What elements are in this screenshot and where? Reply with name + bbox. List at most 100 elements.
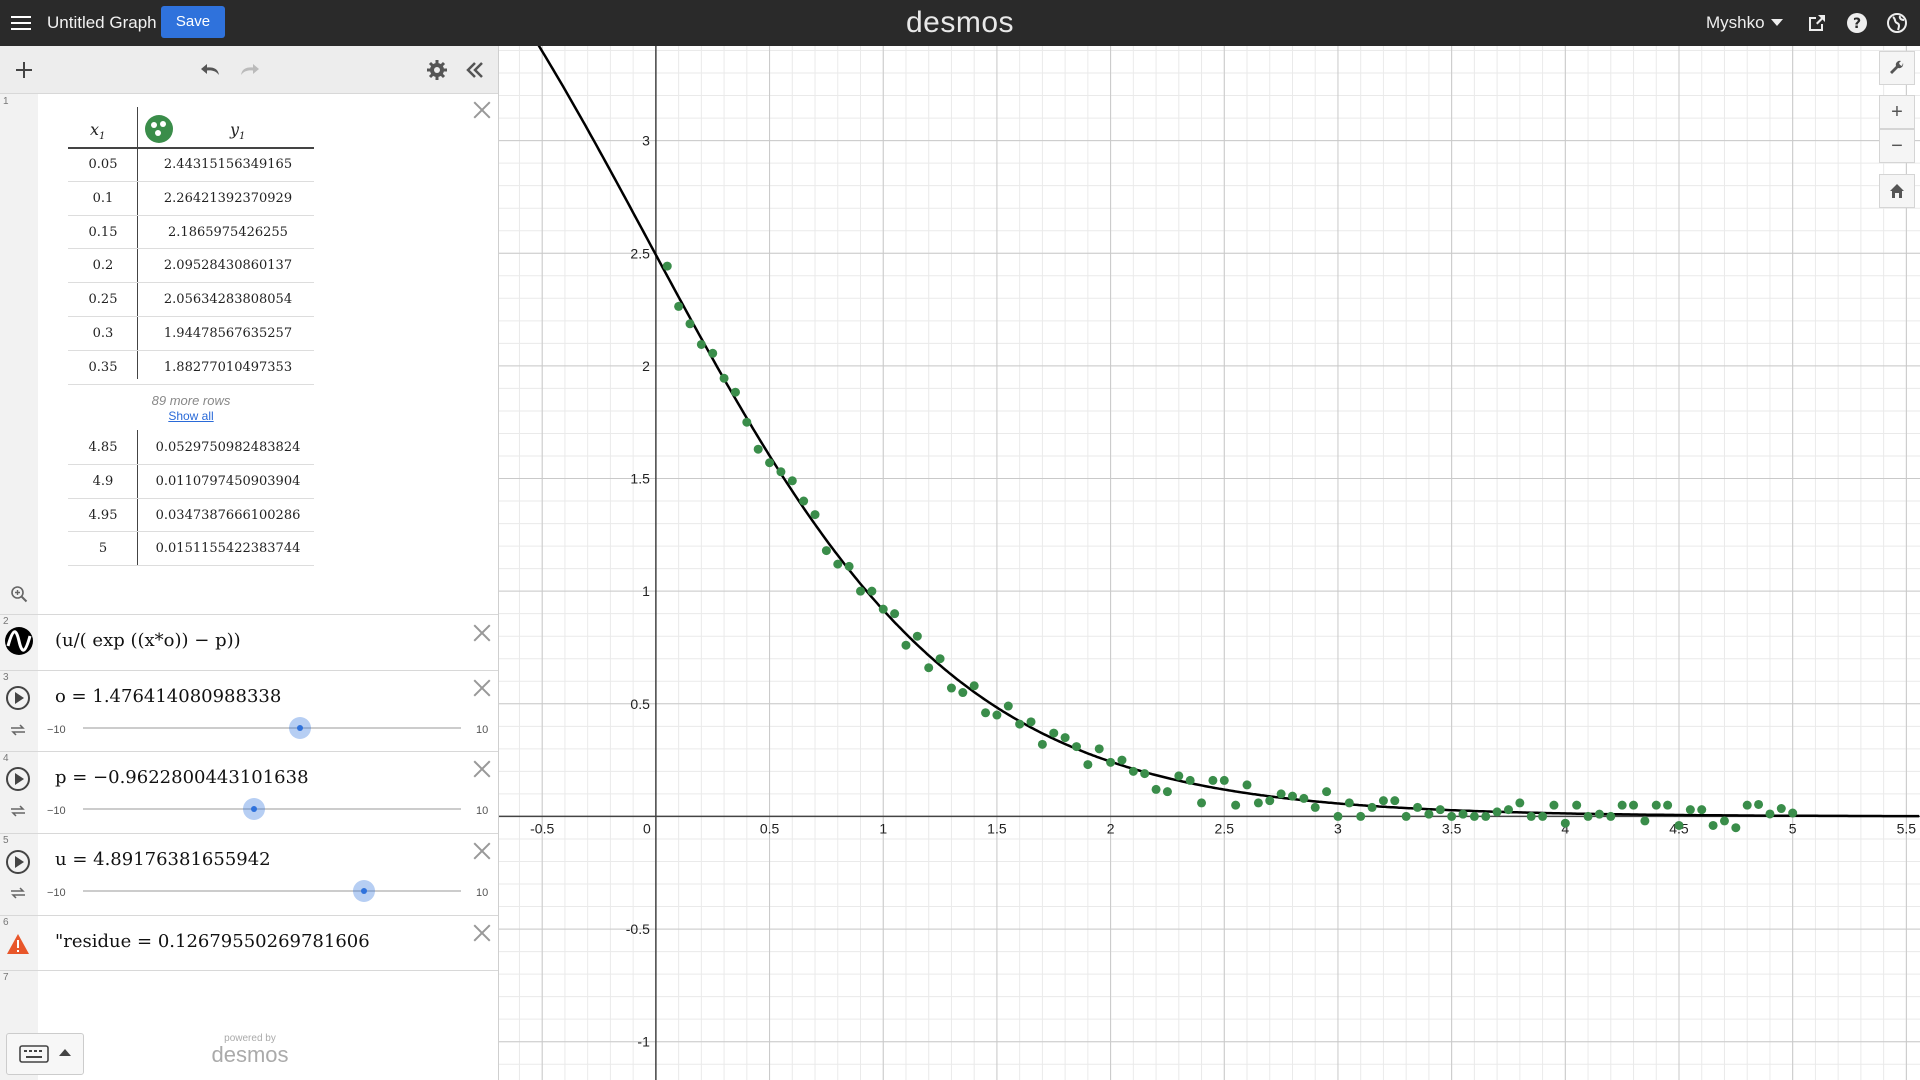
loop-icon[interactable] — [10, 887, 26, 899]
slider-o-label[interactable]: o = 1.476414080988338 — [55, 686, 281, 707]
data-point[interactable] — [1162, 787, 1172, 797]
delete-expression-button[interactable] — [472, 623, 492, 643]
zoom-fit-icon[interactable] — [10, 585, 28, 603]
data-point[interactable] — [696, 339, 706, 349]
table-cell-y[interactable]: 2.05634283808054 — [140, 292, 316, 307]
table-cell-x[interactable]: 0.2 — [68, 258, 138, 273]
data-point[interactable] — [742, 417, 752, 427]
data-point[interactable] — [765, 458, 775, 468]
double-chevron-left-icon[interactable] — [463, 58, 487, 82]
data-point[interactable] — [719, 373, 729, 383]
slider-track[interactable] — [83, 727, 461, 729]
data-point[interactable] — [1754, 799, 1764, 809]
data-point[interactable] — [1708, 820, 1718, 830]
table-cell-x[interactable]: 4.85 — [68, 440, 138, 455]
slider-max-label[interactable]: 10 — [476, 805, 488, 817]
data-point[interactable] — [1538, 811, 1548, 821]
delete-expression-button[interactable] — [472, 678, 492, 698]
save-button[interactable]: Save — [161, 6, 225, 38]
data-point[interactable] — [1219, 775, 1229, 785]
table-cell-x[interactable]: 0.1 — [68, 191, 138, 206]
table-cell-x[interactable]: 0.05 — [68, 157, 138, 172]
data-point[interactable] — [1674, 820, 1684, 830]
data-point[interactable] — [1060, 733, 1070, 743]
slider-p-label[interactable]: p = −0.9622800443101638 — [55, 767, 309, 788]
data-point[interactable] — [924, 663, 934, 673]
data-point[interactable] — [1140, 769, 1150, 779]
residue-expression[interactable]: "residue = 0.12679550269781606 — [55, 931, 370, 952]
delete-expression-button[interactable] — [472, 923, 492, 943]
table-cell-y[interactable]: 2.26421392370929 — [140, 191, 316, 206]
delete-expression-button[interactable] — [472, 759, 492, 779]
data-point[interactable] — [1549, 800, 1559, 810]
data-point[interactable] — [1299, 793, 1309, 803]
data-point[interactable] — [958, 688, 968, 698]
data-point[interactable] — [1651, 800, 1661, 810]
hamburger-icon[interactable] — [11, 13, 31, 33]
table-cell-x[interactable]: 0.25 — [68, 292, 138, 307]
table-cell-x[interactable]: 0.35 — [68, 360, 138, 375]
data-point[interactable] — [833, 559, 843, 569]
data-point[interactable] — [1481, 811, 1491, 821]
play-slider-button[interactable] — [6, 767, 30, 791]
table-cell-y[interactable]: 0.0529750982483824 — [140, 440, 316, 455]
graph-canvas[interactable]: -0.500.511.522.533.544.555.5-1-0.50.511.… — [499, 46, 1920, 1080]
data-point[interactable] — [1174, 771, 1184, 781]
slider-max-label[interactable]: 10 — [476, 887, 488, 899]
warning-icon[interactable] — [6, 933, 30, 955]
slider-min-label[interactable]: −10 — [47, 724, 66, 736]
new-expression-input[interactable] — [38, 971, 498, 1021]
powered-by-desmos[interactable]: powered by desmos — [200, 1033, 300, 1066]
data-point[interactable] — [1572, 800, 1582, 810]
data-point[interactable] — [821, 546, 831, 556]
table-cell-y[interactable]: 0.0151155422383744 — [140, 541, 316, 556]
data-point[interactable] — [1208, 775, 1218, 785]
data-point[interactable] — [1606, 811, 1616, 821]
data-point[interactable] — [1367, 802, 1377, 812]
slider-max-label[interactable]: 10 — [476, 724, 488, 736]
keyboard-toggle-button[interactable] — [6, 1033, 84, 1075]
data-point[interactable] — [1106, 757, 1116, 767]
data-point[interactable] — [1663, 800, 1673, 810]
data-point[interactable] — [1390, 796, 1400, 806]
data-point[interactable] — [1356, 811, 1366, 821]
slider-min-label[interactable]: −10 — [47, 805, 66, 817]
data-point[interactable] — [1333, 811, 1343, 821]
data-point[interactable] — [708, 348, 718, 358]
slider-handle[interactable] — [288, 717, 311, 739]
data-point[interactable] — [935, 654, 945, 664]
show-all-link[interactable]: Show all — [68, 409, 314, 423]
data-point[interactable] — [1424, 809, 1434, 819]
delete-expression-button[interactable] — [472, 100, 492, 120]
user-menu[interactable]: Myshko — [1706, 13, 1783, 33]
data-point[interactable] — [1378, 796, 1388, 806]
data-point[interactable] — [912, 631, 922, 641]
curve-style-icon[interactable] — [4, 626, 34, 656]
globe-icon[interactable] — [1885, 11, 1909, 35]
data-point[interactable] — [1003, 701, 1013, 711]
data-point[interactable] — [1560, 818, 1570, 828]
data-point[interactable] — [1458, 809, 1468, 819]
data-point[interactable] — [901, 640, 911, 650]
data-point[interactable] — [1128, 766, 1138, 776]
table-cell-x[interactable]: 0.15 — [68, 225, 138, 240]
data-point[interactable] — [1515, 798, 1525, 808]
slider-track[interactable] — [83, 890, 461, 892]
delete-expression-button[interactable] — [472, 841, 492, 861]
data-point[interactable] — [856, 586, 866, 596]
data-point[interactable] — [1788, 808, 1798, 818]
loop-icon[interactable] — [10, 805, 26, 817]
data-point[interactable] — [1447, 811, 1457, 821]
data-point[interactable] — [1242, 780, 1252, 790]
data-point[interactable] — [1583, 811, 1593, 821]
data-point[interactable] — [969, 681, 979, 691]
data-point[interactable] — [1049, 728, 1059, 738]
table-cell-x[interactable]: 0.3 — [68, 326, 138, 341]
zoom-out-button[interactable]: − — [1879, 129, 1915, 163]
slider-track[interactable] — [83, 808, 461, 810]
data-point[interactable] — [1435, 805, 1445, 815]
data-point[interactable] — [878, 604, 888, 614]
data-point[interactable] — [1401, 811, 1411, 821]
data-point[interactable] — [1231, 800, 1241, 810]
redo-icon[interactable] — [238, 58, 262, 82]
